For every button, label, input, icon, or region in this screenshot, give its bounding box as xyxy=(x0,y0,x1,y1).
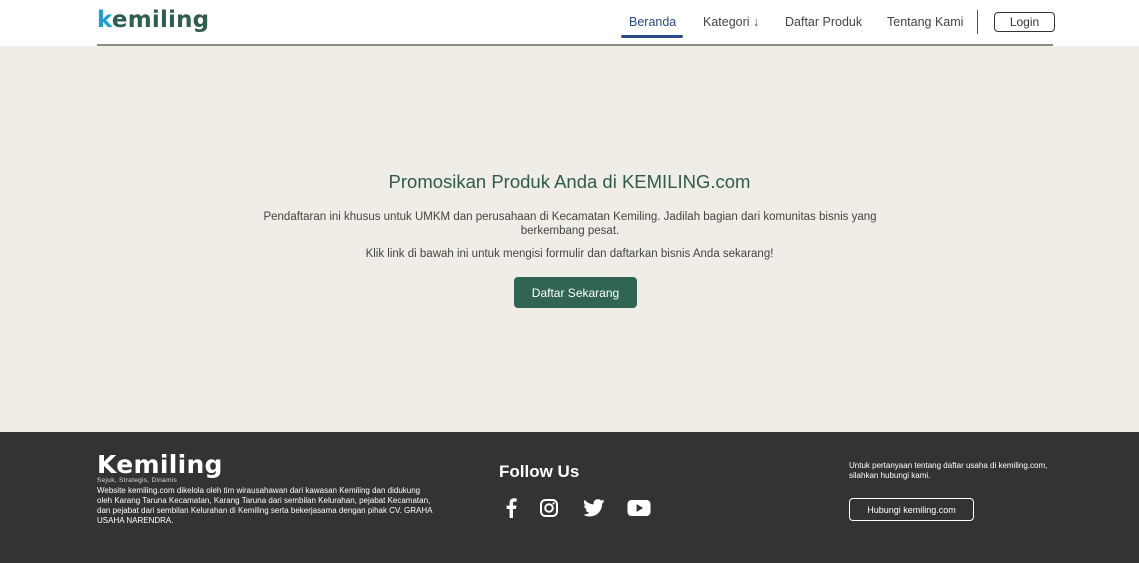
login-button[interactable]: Login xyxy=(994,12,1055,32)
hero-instruction: Klik link di bawah ini untuk mengisi for… xyxy=(365,248,774,260)
hero-description: Pendaftaran ini khusus untuk UMKM dan pe… xyxy=(263,211,877,237)
follow-us-heading: Follow Us xyxy=(499,462,580,481)
nav-divider xyxy=(977,10,978,34)
nav-daftar-produk[interactable]: Daftar Produk xyxy=(785,0,862,44)
site-header: kemiling Beranda Kategori ↓ Daftar Produ… xyxy=(0,0,1139,46)
header-divider xyxy=(97,44,1053,46)
instagram-icon[interactable] xyxy=(537,496,561,520)
footer-logo: Kemiling xyxy=(97,450,223,479)
site-logo[interactable]: kemiling xyxy=(97,7,209,33)
twitter-icon[interactable] xyxy=(582,496,606,520)
footer-description: Website kemiling.com dikelola oleh tim w… xyxy=(97,486,433,525)
hubungi-button[interactable]: Hubungi kemiling.com xyxy=(849,498,974,521)
hero-title: Promosikan Produk Anda di KEMILING.com xyxy=(388,171,751,192)
site-footer: Kemiling Sejuk, Strategis, Dinamis Websi… xyxy=(0,432,1139,563)
daftar-sekarang-button[interactable]: Daftar Sekarang xyxy=(514,277,637,308)
nav-kategori-dropdown[interactable]: Kategori ↓ xyxy=(703,0,759,44)
youtube-icon[interactable] xyxy=(627,496,651,520)
footer-contact-text: Untuk pertanyaan tentang daftar usaha di… xyxy=(849,461,1048,480)
nav-tentang-kami[interactable]: Tentang Kami xyxy=(887,0,963,44)
nav-active-indicator xyxy=(621,35,683,38)
footer-tagline: Sejuk, Strategis, Dinamis xyxy=(97,477,178,484)
facebook-icon[interactable] xyxy=(499,496,523,520)
